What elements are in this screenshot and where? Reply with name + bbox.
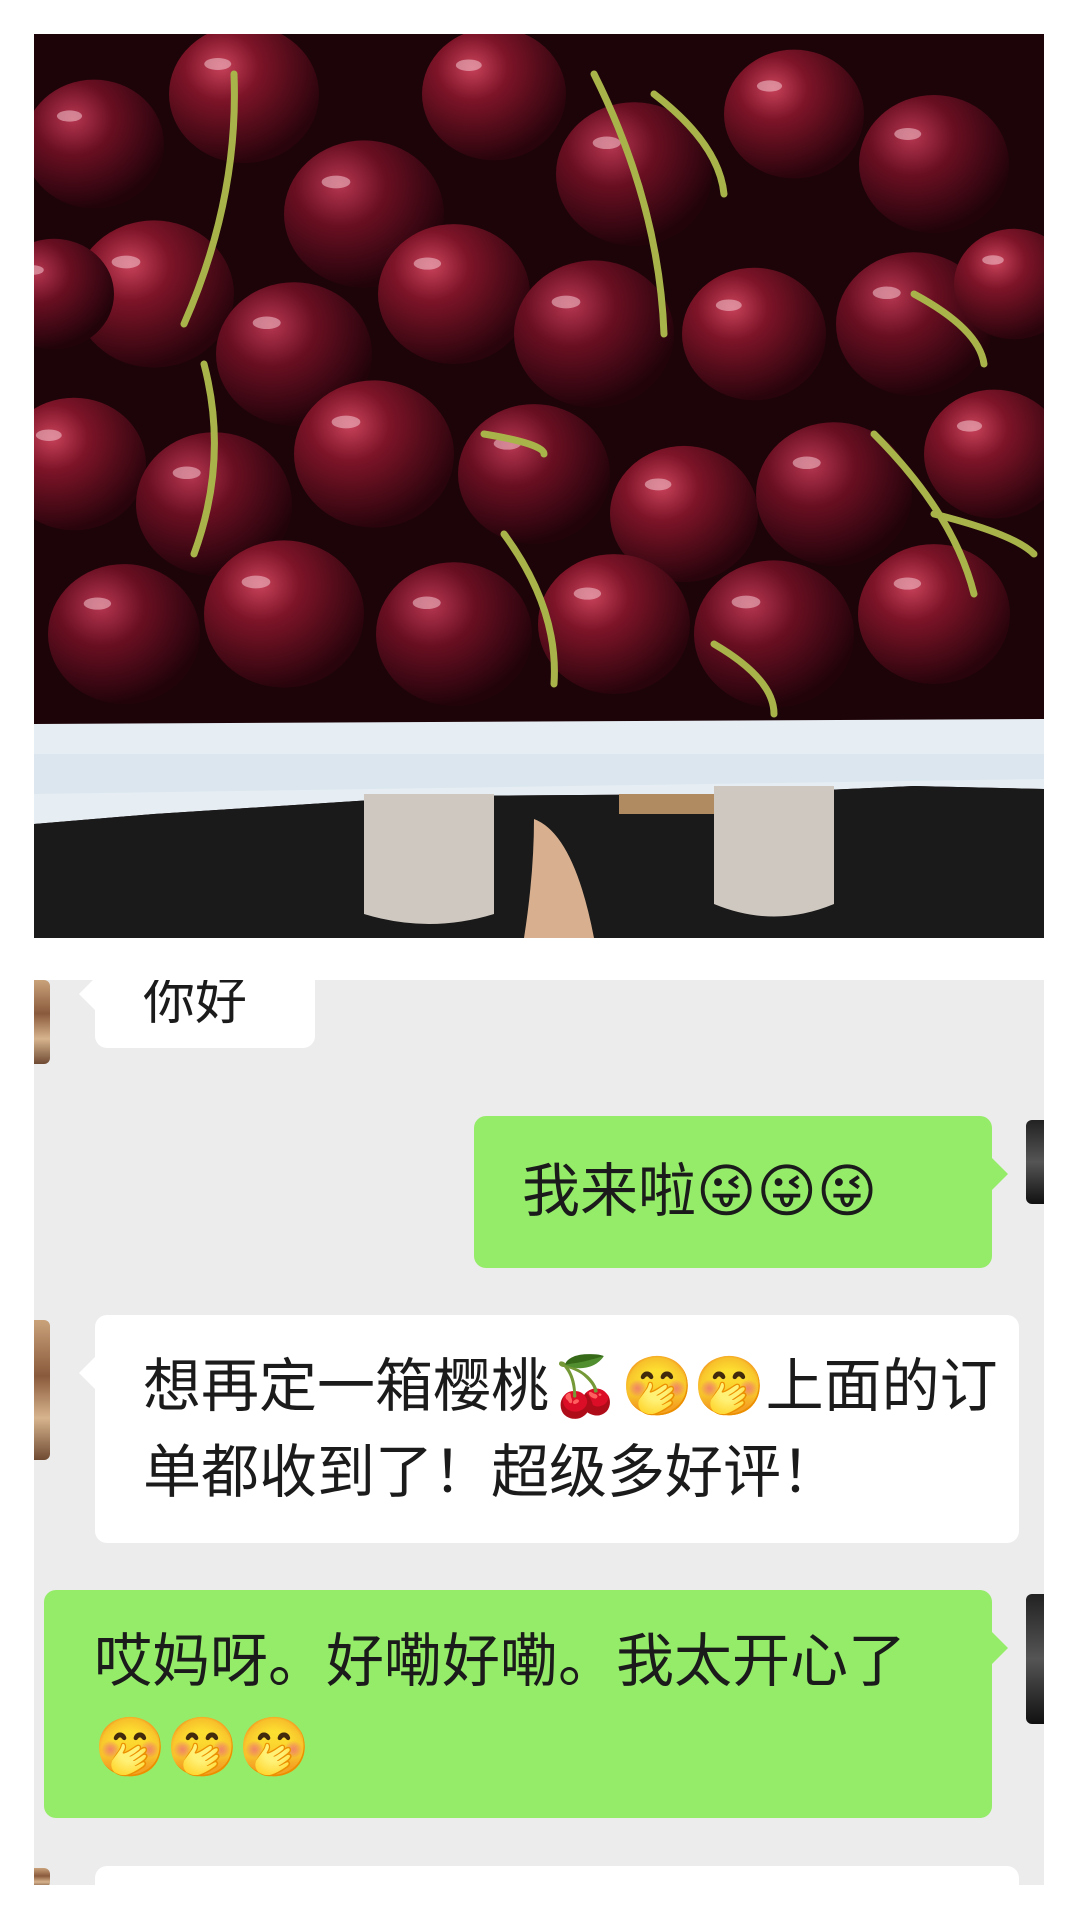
message-bubble-incoming[interactable]: 想再定一箱樱桃🍒🤭🤭上面的订单都收到了！超级多好评！ [79,1315,1019,1543]
cherries-image [34,34,1044,938]
my-avatar[interactable] [1026,1594,1044,1724]
message-bubble-outgoing[interactable]: 哎妈呀。好嘞好嘞。我太开心了🤭🤭🤭 [44,1590,1008,1818]
message-bubble-outgoing[interactable]: 我来啦😜😜😜 [474,1116,1008,1268]
message-text: 想再定一箱樱桃🍒🤭🤭上面的订单都收到了！超级多好评！ [143,1352,998,1506]
contact-avatar[interactable] [34,1868,50,1885]
my-avatar[interactable] [1026,1120,1044,1204]
message-bubble-incoming[interactable]: 你好 [79,980,315,1048]
message-text: 哎妈呀。好嘞好嘞。我太开心了🤭🤭🤭 [94,1627,907,1781]
contact-avatar[interactable] [34,980,50,1064]
chat-panel[interactable]: 你好 我来啦😜😜😜 想再定一箱樱桃🍒🤭🤭上面的订单都收到了！超级多好评！ 哎妈呀… [34,980,1044,1885]
message-bubble-incoming[interactable] [95,1866,1019,1885]
contact-avatar[interactable] [34,1320,50,1460]
message-text: 你好 [143,980,248,1032]
cherry-product-photo[interactable] [34,34,1044,938]
message-text: 我来啦😜😜😜 [522,1157,878,1225]
